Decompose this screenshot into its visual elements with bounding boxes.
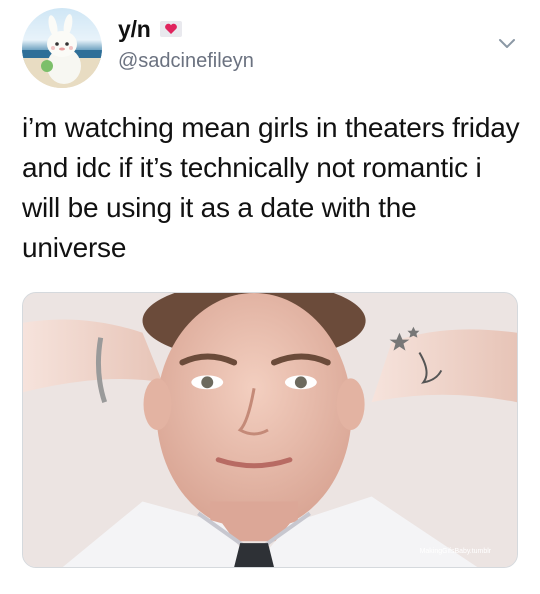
avatar[interactable] (22, 8, 102, 88)
author-name-row[interactable]: y/n (118, 16, 182, 42)
chevron-down-icon[interactable] (496, 32, 518, 54)
heart-letter-icon (159, 21, 182, 37)
display-name[interactable]: y/n (118, 16, 151, 43)
author-handle[interactable]: @sadcinefileyn (118, 50, 254, 73)
tweet-media-image[interactable]: MakingGifsBaby.tumblr (22, 292, 518, 568)
media-watermark: MakingGifsBaby.tumblr (420, 548, 492, 555)
avatar-image (22, 14, 102, 88)
tweet-text: i’m watching mean girls in theaters frid… (22, 112, 520, 263)
tweet-card: y/n @sadcinefileyn i’m watching mean gir… (0, 0, 540, 594)
photo-of-man-hands-behind-head: MakingGifsBaby.tumblr (23, 293, 517, 567)
